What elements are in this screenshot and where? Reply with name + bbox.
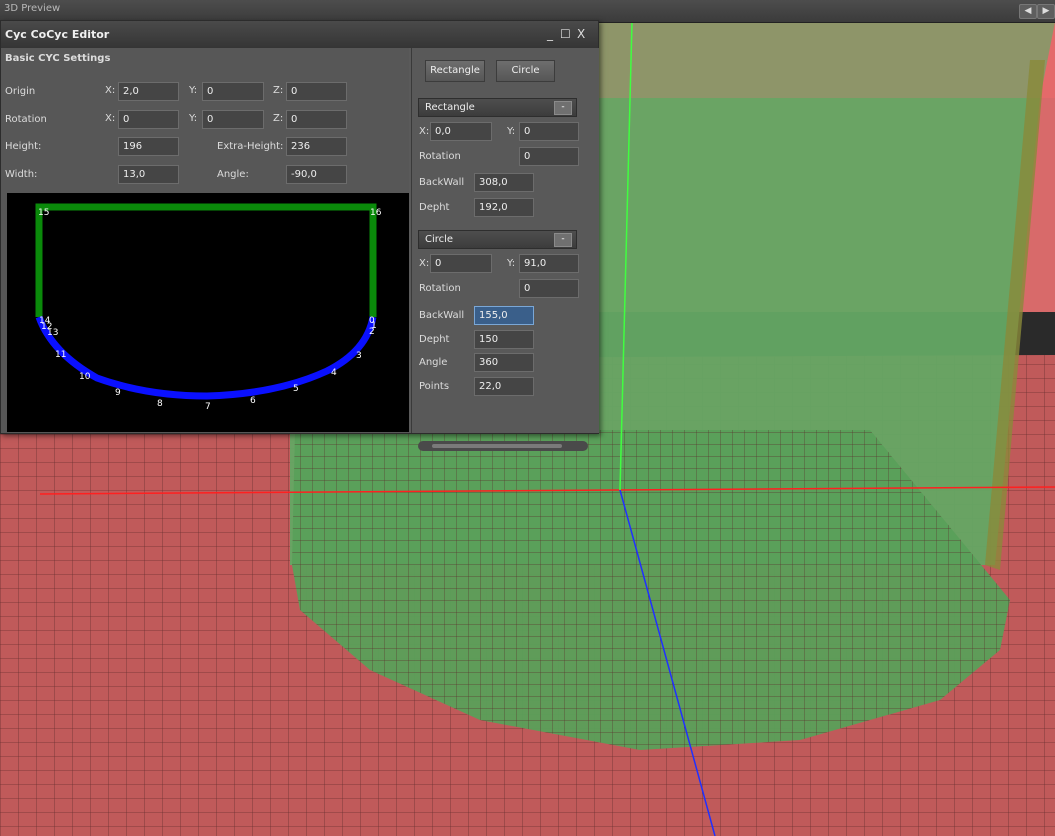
origin-y-field[interactable]: 0 (202, 82, 264, 101)
outer-window-title: 3D Preview (4, 3, 61, 14)
point-label: 3 (356, 351, 362, 361)
point-label: 8 (157, 399, 163, 409)
rectangle-section-header[interactable]: Rectangle - (418, 98, 577, 117)
rect-x-label: X: (419, 126, 430, 137)
rect-backwall-label: BackWall (419, 177, 465, 188)
height-label: Height: (5, 141, 42, 152)
point-label: 13 (47, 328, 58, 338)
height-field[interactable]: 196 (118, 137, 179, 156)
scrollbar-thumb[interactable] (432, 444, 562, 448)
circle-backwall-field[interactable]: 155,0 (474, 306, 534, 325)
circle-x-label: X: (419, 258, 430, 269)
rect-depth-field[interactable]: 192,0 (474, 198, 534, 217)
circle-angle-label: Angle (419, 357, 448, 368)
width-label: Width: (5, 169, 38, 180)
circle-x-field[interactable]: 0 (430, 254, 492, 273)
circle-backwall-label: BackWall (419, 310, 465, 321)
rotation-z-field[interactable]: 0 (286, 110, 347, 129)
collapse-icon[interactable]: - (554, 101, 572, 115)
close-button[interactable]: X (577, 27, 585, 41)
maximize-button[interactable]: ☐ (560, 27, 571, 41)
point-label: 7 (205, 402, 211, 412)
circle-section-header[interactable]: Circle - (418, 230, 577, 249)
rotation-x-field[interactable]: 0 (118, 110, 179, 129)
editor-title-bar[interactable]: Cyc CoCyc Editor _ ☐ X (1, 21, 598, 48)
origin-z-label: Z: (273, 85, 284, 96)
basic-settings-heading: Basic CYC Settings (5, 53, 111, 64)
point-label: 11 (55, 350, 66, 360)
rotation-x-label: X: (105, 113, 116, 124)
circle-angle-field[interactable]: 360 (474, 353, 534, 372)
point-label: 2 (369, 327, 375, 337)
add-rectangle-button[interactable]: Rectangle (425, 60, 485, 82)
point-label: 16 (370, 208, 382, 218)
collapse-icon[interactable]: - (554, 233, 572, 247)
rect-backwall-field[interactable]: 308,0 (474, 173, 534, 192)
circle-section-title: Circle (425, 234, 454, 245)
editor-title: Cyc CoCyc Editor (5, 28, 110, 41)
circle-depth-label: Depht (419, 334, 450, 345)
circle-y-field[interactable]: 91,0 (519, 254, 579, 273)
circle-y-label: Y: (507, 258, 516, 269)
minimize-button[interactable]: _ (547, 27, 553, 41)
origin-y-label: Y: (189, 85, 198, 96)
extra-height-field[interactable]: 236 (286, 137, 347, 156)
rect-x-field[interactable]: 0,0 (430, 122, 492, 141)
angle-field[interactable]: -90,0 (286, 165, 347, 184)
cyc-top (590, 22, 1055, 98)
width-field[interactable]: 13,0 (118, 165, 179, 184)
circle-profile-line (35, 315, 377, 400)
circle-points-label: Points (419, 381, 450, 392)
prev-arrow-icon[interactable]: ◀ (1019, 4, 1037, 19)
point-label: 6 (250, 396, 256, 406)
circle-points-field[interactable]: 22,0 (474, 377, 534, 396)
point-label: 15 (38, 208, 49, 218)
origin-x-label: X: (105, 85, 116, 96)
next-arrow-icon[interactable]: ▶ (1037, 4, 1055, 19)
rotation-y-field[interactable]: 0 (202, 110, 264, 129)
rotation-label: Rotation (5, 114, 47, 125)
circle-depth-field[interactable]: 150 (474, 330, 534, 349)
horizontal-scrollbar[interactable] (418, 441, 588, 451)
angle-label: Angle: (217, 169, 249, 180)
origin-z-field[interactable]: 0 (286, 82, 347, 101)
cyc-editor-window: Cyc CoCyc Editor _ ☐ X Basic CYC Setting… (0, 20, 599, 451)
rect-y-label: Y: (507, 126, 516, 137)
shapes-panel: Rectangle Circle Rectangle - X: 0,0 Y: 0… (411, 48, 599, 451)
add-circle-button[interactable]: Circle (496, 60, 555, 82)
point-label: 10 (79, 372, 91, 382)
circle-rotation-label: Rotation (419, 283, 461, 294)
point-label: 4 (331, 368, 337, 378)
point-label: 5 (293, 384, 299, 394)
rotation-z-label: Z: (273, 113, 284, 124)
rect-depth-label: Depht (419, 202, 450, 213)
rectangle-profile-line (35, 203, 377, 317)
point-label: 9 (115, 388, 121, 398)
rect-rotation-field[interactable]: 0 (519, 147, 579, 166)
extra-height-label: Extra-Height: (217, 141, 284, 152)
cyc-profile-canvas[interactable]: 15 16 14 12 13 0 1 2 3 4 5 6 7 8 9 10 11 (7, 193, 409, 432)
rectangle-section-title: Rectangle (425, 102, 475, 113)
rect-y-field[interactable]: 0 (519, 122, 579, 141)
origin-x-field[interactable]: 2,0 (118, 82, 179, 101)
rotation-y-label: Y: (189, 113, 198, 124)
rect-rotation-label: Rotation (419, 151, 461, 162)
circle-rotation-field[interactable]: 0 (519, 279, 579, 298)
origin-label: Origin (5, 86, 36, 97)
